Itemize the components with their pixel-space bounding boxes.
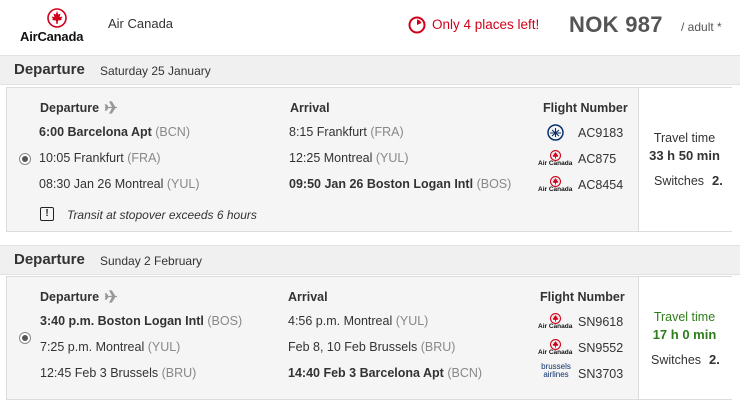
outbound-title: Departure: [14, 61, 85, 78]
mini-logo-text: Air Canada: [538, 160, 573, 167]
col-departure: Departure: [40, 101, 100, 115]
maple-leaf-icon: [47, 8, 67, 28]
mini-logo-text: Air Canada: [538, 349, 573, 356]
travel-time-label: Travel time: [653, 131, 716, 145]
inbound-date: Sunday 2 February: [100, 254, 203, 268]
col-arrival: Arrival: [290, 101, 330, 115]
table-row-arr: 4:56 p.m. Montreal (YUL): [288, 314, 429, 328]
brussels-logo-line2: airlines: [543, 370, 569, 379]
outbound-date: Saturday 25 January: [100, 64, 211, 78]
col-flight-number: Flight Number: [543, 101, 628, 115]
col-departure: Departure: [40, 290, 100, 304]
flight-number: SN9618: [578, 315, 624, 329]
air-canada-mini-logo: Air Canada: [538, 150, 574, 167]
table-row-dep: 08:30 Jan 26 Montreal (YUL): [39, 177, 200, 191]
airline-name: Air Canada: [108, 16, 174, 31]
table-row-dep: 10:05 Frankfurt (FRA): [39, 151, 161, 165]
air-canada-mini-logo: Air Canada: [538, 313, 574, 330]
table-row-dep: 3:40 p.m. Boston Logan Intl (BOS): [40, 314, 243, 328]
switches: Switches 2.: [654, 173, 723, 188]
table-row-dep: 6:00 Barcelona Apt (BCN): [39, 125, 190, 139]
table-row-arr: 09:50 Jan 26 Boston Logan Intl (BOS): [289, 177, 512, 191]
table-row-arr: 8:15 Frankfurt (FRA): [289, 125, 404, 139]
travel-time-value: 33 h 50 min: [649, 148, 720, 163]
mini-logo-text: Air Canada: [538, 186, 573, 193]
table-row-dep: 7:25 p.m. Montreal (YUL): [40, 340, 181, 354]
col-arrival: Arrival: [288, 290, 328, 304]
flight-number: AC9183: [578, 126, 624, 140]
air-canada-logo: AirCanada: [18, 8, 96, 44]
plane-icon: [104, 101, 117, 114]
air-canada-mini-logo: Air Canada: [538, 176, 574, 193]
table-row-arr: 12:25 Montreal (YUL): [289, 151, 409, 165]
table-row-dep: 12:45 Feb 3 Brussels (BRU): [40, 366, 197, 380]
logo-wordmark: AirCanada: [20, 29, 84, 44]
air-canada-mini-logo: Air Canada: [538, 339, 574, 356]
table-row-arr: Feb 8, 10 Feb Brussels (BRU): [288, 340, 456, 354]
plane-icon: [104, 290, 117, 303]
warning-icon: !: [40, 207, 54, 221]
inbound-title: Departure: [14, 251, 85, 268]
col-flight-number: Flight Number: [540, 290, 625, 304]
flight-number: AC875: [578, 152, 617, 166]
transit-warning: Transit at stopover exceeds 6 hours: [67, 208, 257, 222]
price-unit: / adult *: [681, 20, 722, 34]
switches: Switches 2.: [651, 352, 720, 367]
lufthansa-logo-icon: [547, 124, 564, 141]
flight-number: AC8454: [578, 178, 624, 192]
flight-number: SN9552: [578, 341, 624, 355]
flight-number: SN3703: [578, 367, 624, 381]
brussels-airlines-mini-logo: brussels airlines: [538, 363, 574, 381]
select-inbound-radio[interactable]: [19, 332, 31, 344]
travel-time-label: Travel time: [653, 310, 716, 324]
clock-alert-icon: [408, 16, 426, 34]
mini-logo-text: Air Canada: [538, 323, 573, 330]
travel-time-value: 17 h 0 min: [652, 327, 717, 342]
price: NOK 987: [569, 12, 663, 37]
select-outbound-radio[interactable]: [19, 153, 31, 165]
table-row-arr: 14:40 Feb 3 Barcelona Apt (BCN): [288, 366, 483, 380]
availability-alert: Only 4 places left!: [432, 17, 540, 32]
